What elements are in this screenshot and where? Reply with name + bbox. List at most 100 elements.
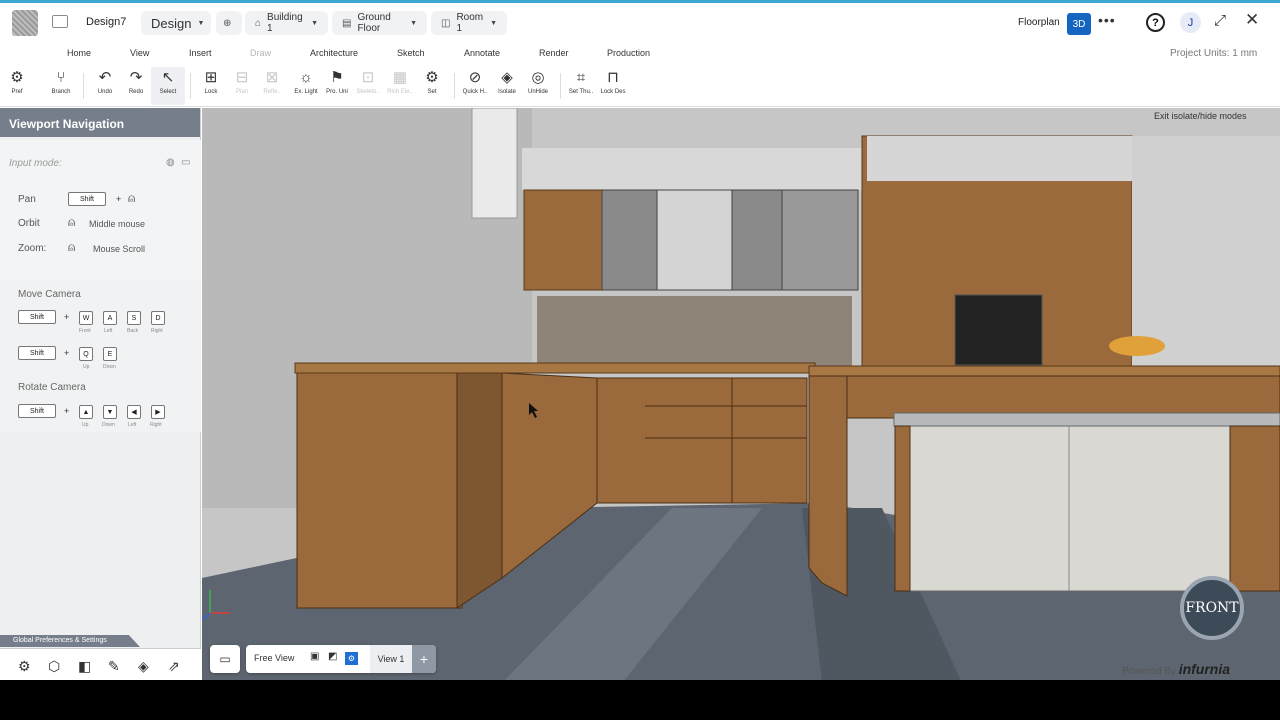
design-thumbnail[interactable] [12,10,38,36]
open-shelf [456,369,503,609]
tool-label: Lock Des [600,89,626,95]
tab-view-1[interactable]: View 1 [370,645,412,673]
menu-production[interactable]: Production [607,48,650,58]
skeleton-button[interactable]: ⊡ Skeleto.. [351,67,385,105]
ex-light-button[interactable]: ☼ Ex. Light [289,67,323,105]
room-dropdown[interactable]: ◫ Room 1 ▼ [431,11,507,35]
mouse-scroll-icon: ⍝ [68,240,76,254]
key-caption: Up [83,364,90,370]
mouse-icon: ⍝ [128,191,136,205]
building-icon: ⌂ [255,17,262,29]
tool-label: Plan [235,89,248,95]
key-label: W [82,314,90,322]
mouse-mode-icon[interactable]: ◍ [166,157,175,168]
menu-render[interactable]: Render [539,48,569,58]
camera-settings-icon[interactable]: ◩ [328,651,337,662]
plus-sign: + [116,194,122,204]
help-icon[interactable]: ? [1146,13,1165,32]
plan-button[interactable]: ⊟ Plan [225,67,259,105]
global-preferences-tab[interactable]: Global Preferences & Settings [0,635,140,647]
camera-icon[interactable]: ▣ [310,651,319,662]
shift-key: Shift [18,404,56,418]
key-caption: Back [127,328,139,334]
tool-label: Pro. Uni [326,89,348,95]
redo-icon: ↷ [129,69,143,86]
letterbox-bar [0,680,1280,720]
viewport-settings-button[interactable]: ▭ [210,645,240,673]
chevron-down-icon: ▼ [197,19,205,27]
menu-draw[interactable]: Draw [250,48,271,58]
quick-hide-button[interactable]: ⊘ Quick H.. [458,67,492,105]
floor-label: Ground Floor [357,12,391,34]
globe-button[interactable]: ⊕ [216,11,242,35]
paint-icon[interactable]: ✎ [108,658,120,675]
undo-button[interactable]: ↶ Undo [88,67,122,105]
settings-icon[interactable]: ⚙ [345,652,358,665]
set-button[interactable]: ⚙ Set [415,67,449,105]
key-caption: Down [103,364,116,370]
export-icon[interactable]: ⇗ [168,658,180,675]
lock-button[interactable]: ⊞ Lock [194,67,228,105]
key-label: S [131,314,137,322]
key-caption: Left [128,422,137,428]
mode-dropdown[interactable]: Design ▼ [141,11,211,35]
3d-viewport[interactable]: Exit isolate/hide modes FRONT Powered By… [202,108,1280,680]
thumbnail-icon: ⌗ [576,69,586,86]
fruit-bowl [1109,336,1165,356]
avatar[interactable]: J [1180,12,1201,33]
fullscreen-icon[interactable]: ⤢ [1214,12,1226,29]
free-view-label[interactable]: Free View [254,653,294,663]
q-key: Q [79,347,93,361]
island-top [893,412,1280,427]
key-label: E [107,350,113,358]
more-options-icon[interactable]: ••• [1098,12,1116,28]
menu-architecture[interactable]: Architecture [310,48,358,58]
tool-label: Set [427,89,437,95]
unhide-button[interactable]: ◎ UnHide [521,67,555,105]
up-arrow-key: ▲ [79,405,93,419]
select-button[interactable]: ↖ Select [151,67,185,105]
rich-elements-button[interactable]: ▦ Rich Ele.. [383,67,417,105]
sliders-icon[interactable]: ⚙ [18,658,31,675]
layers-icon[interactable]: ◈ [138,658,149,675]
lock-design-button[interactable]: ⊓ Lock Des [596,67,630,105]
menu-insert[interactable]: Insert [189,48,212,58]
sun-icon: ☼ [299,69,313,86]
exit-isolate-hide-button[interactable]: Exit isolate/hide modes [1154,111,1247,121]
powered-by: Powered By infurnia [1122,661,1230,677]
close-icon[interactable]: ✕ [1245,10,1259,30]
document-name[interactable]: Design7 [86,16,126,28]
building-dropdown[interactable]: ⌂ Building 1 ▼ [245,11,328,35]
plan-icon: ⊟ [235,69,249,86]
reflect-button[interactable]: ⊠ Refle.. [255,67,289,105]
redo-button[interactable]: ↷ Redo [119,67,153,105]
plus-sign: + [64,312,70,322]
floor-dropdown[interactable]: ▤ Ground Floor ▼ [332,11,427,35]
toolbar: ⚙ Pref ⑂ Branch ↶ Undo ↷ Redo ↖ Select ⊞ Lock … [0,65,1280,107]
pref-button[interactable]: ⚙ Pref [0,67,34,105]
key-caption: Left [104,328,113,334]
menu-annotate[interactable]: Annotate [464,48,500,58]
cube-icon[interactable]: ⬡ [48,658,60,675]
menu-home[interactable]: Home [67,48,91,58]
book-icon[interactable]: ◧ [78,658,91,675]
menu-view[interactable]: View [130,48,149,58]
add-view-button[interactable]: + [412,645,436,673]
middle-mouse-text: Middle mouse [89,219,146,229]
pro-uni-button[interactable]: ⚑ Pro. Uni [320,67,354,105]
view-tabs: Free View ▣ ◩ ⚙ View 1 + [246,645,436,673]
pan-label: Pan [18,194,36,205]
floorplan-toggle[interactable]: Floorplan [1018,17,1060,28]
monitor-icon: ▭ [219,652,231,666]
trackpad-mode-icon[interactable]: ▭ [181,157,190,168]
isolate-button[interactable]: ◈ Isolate [490,67,524,105]
3d-toggle[interactable]: 3D [1067,13,1091,35]
down-arrow-key: ▼ [103,405,117,419]
set-thumbnail-button[interactable]: ⌗ Set Thu.. [564,67,598,105]
orbit-label: Orbit [18,218,40,229]
menu-sketch[interactable]: Sketch [397,48,425,58]
view-cube[interactable]: FRONT [1180,576,1244,640]
shift-key: Shift [68,192,106,206]
branch-button[interactable]: ⑂ Branch [44,67,78,105]
folder-icon[interactable] [52,15,68,28]
